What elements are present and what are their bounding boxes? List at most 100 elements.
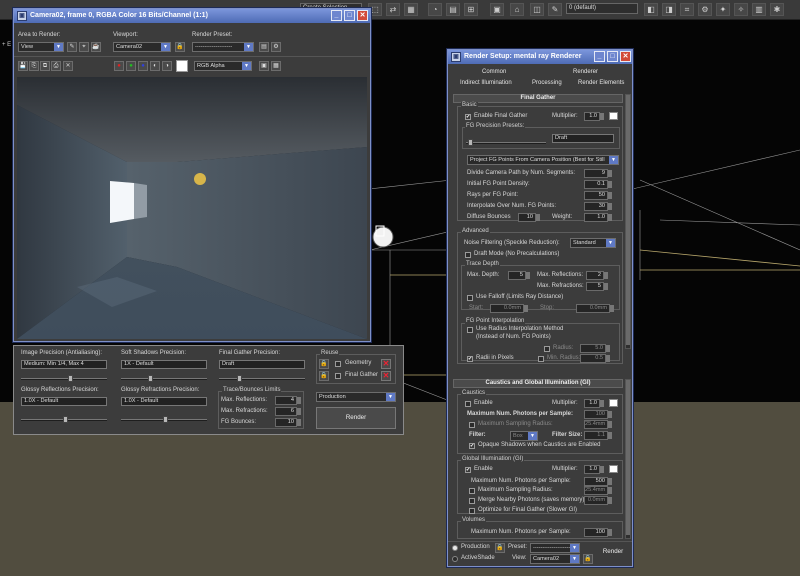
fg-color-swatch[interactable] [609,112,618,120]
initial-density-spinner[interactable]: 0.1 [584,180,612,189]
clear-fg-icon[interactable]: ✕ [381,371,391,381]
tab-indirect-illumination[interactable]: Indirect Illumination [460,80,512,86]
caustics-radius-checkbox[interactable] [469,422,475,428]
merge-photons-checkbox[interactable] [469,498,475,504]
diffuse-bounces-spinner[interactable]: 10 [518,213,540,222]
teapot-icon[interactable]: ☕ [91,42,101,52]
maximize-icon[interactable]: □ [344,10,355,21]
edit-region-icon[interactable]: ✎ [67,42,77,52]
max-refractions-spinner[interactable]: 6 [275,407,301,416]
lock-icon[interactable]: 🔒 [319,371,329,381]
use-radius-checkbox[interactable] [467,327,473,333]
render-setup-icon[interactable]: ▤ [259,42,269,52]
glossy-reflections-field[interactable]: 1.0X - Default [21,397,107,406]
toolbar-button[interactable]: ⌗ [680,3,694,16]
save-image-icon[interactable]: 💾 [18,61,28,71]
lock-icon[interactable]: 🔒 [495,543,505,553]
optimize-fg-checkbox[interactable] [469,508,475,514]
lock-icon[interactable]: 🔒 [319,359,329,369]
rendered-image[interactable] [17,77,367,339]
gi-enable-checkbox[interactable]: ✔ [465,467,471,473]
scrollbar-thumb[interactable] [626,380,630,535]
channel-dropdown[interactable]: RGB Alpha ▼ [194,61,252,71]
filter-dropdown[interactable]: Box ▼ [510,431,538,441]
caustics-enable-checkbox[interactable] [465,401,471,407]
activeshade-radio[interactable] [452,556,458,562]
auto-region-icon[interactable]: ⌖ [79,42,89,52]
production-radio[interactable] [452,545,458,551]
weight-spinner[interactable]: 1.0 [584,213,612,222]
noise-filtering-dropdown[interactable]: Standard ▼ [570,238,616,248]
gi-photons-spinner[interactable]: 500 [584,477,612,486]
multiplier-spinner[interactable]: 1.0 [584,112,604,121]
slider-thumb[interactable] [63,416,68,423]
scrollbar[interactable] [625,379,631,539]
final-gather-rollout[interactable]: Final Gather [453,94,623,103]
blue-channel-icon[interactable]: ● [138,61,148,71]
environment-icon[interactable]: ⚙ [271,42,281,52]
divide-camera-spinner[interactable]: 9 [584,169,612,178]
alpha-channel-icon[interactable]: ◐ [150,61,160,71]
adv-max-reflections-spinner[interactable]: 2 [586,271,608,280]
volumes-photons-spinner[interactable]: 100 [584,528,612,537]
start-spinner[interactable]: 0.0mm [490,304,528,313]
gi-color-swatch[interactable] [609,465,618,473]
max-reflections-spinner[interactable]: 4 [275,396,301,405]
radius-checkbox[interactable] [544,346,550,352]
glossy-refractions-field[interactable]: 1.0X - Default [121,397,207,406]
lock-icon[interactable]: 🔒 [583,554,593,564]
view-dropdown[interactable]: Camera02 ▼ [530,554,580,564]
viewport-dropdown[interactable]: Camera02 ▼ [113,42,171,52]
toolbar-button[interactable]: ◫ [530,3,544,16]
fg-presets-field[interactable]: Draft [552,134,614,143]
toolbar-button[interactable]: ✎ [548,3,562,16]
toolbar-button[interactable]: ◨ [662,3,676,16]
rays-per-point-spinner[interactable]: 50 [584,191,612,200]
render-preset-dropdown[interactable]: -------------------- ▼ [192,42,254,52]
image-precision-slider[interactable] [21,375,107,382]
draft-mode-checkbox[interactable] [465,252,471,258]
radius-spinner[interactable]: 5.0 [580,344,610,353]
area-to-render-dropdown[interactable]: View ▼ [18,42,64,52]
caustics-photons-spinner[interactable]: 100 [584,410,612,419]
color-swatch[interactable] [176,60,188,72]
slider-thumb[interactable] [237,375,242,382]
viewport-label[interactable]: + E [2,42,11,48]
render-setup-titlebar[interactable]: ▣ Render Setup: mental ray Renderer _ □ … [448,50,632,64]
min-radius-checkbox[interactable] [538,356,544,362]
glossy-reflections-slider[interactable] [21,416,107,423]
toolbar-button[interactable]: ✱ [770,3,784,16]
slider-thumb[interactable] [148,375,153,382]
frame-window-titlebar[interactable]: ▣ Camera02, frame 0, RGBA Color 16 Bits/… [14,9,370,23]
green-channel-icon[interactable]: ● [126,61,136,71]
lock-icon[interactable]: 🔒 [175,42,185,52]
tab-render-elements[interactable]: Render Elements [578,80,624,86]
toolbar-button[interactable]: ▣ [490,3,504,16]
caustics-multiplier-spinner[interactable]: 1.0 [584,399,604,408]
adv-max-refractions-spinner[interactable]: 5 [586,282,608,291]
print-icon[interactable]: ⎙ [51,61,61,71]
slider-thumb[interactable] [163,416,168,423]
tab-common[interactable]: Common [482,69,506,75]
merge-photons-spinner[interactable]: 0.0mm [584,496,612,505]
final-gather-checkbox[interactable] [335,373,341,379]
render-mode-dropdown[interactable]: Production ▼ [316,392,396,402]
toolbar-button[interactable]: ✧ [734,3,748,16]
clear-geometry-icon[interactable]: ✕ [381,359,391,369]
caustics-radius-spinner[interactable]: 25.4mm [584,420,612,429]
geometry-checkbox[interactable] [335,361,341,367]
clone-window-icon[interactable]: ⧉ [40,61,50,71]
gi-multiplier-spinner[interactable]: 1.0 [584,465,604,474]
soft-shadows-field[interactable]: 1X - Default [121,360,207,369]
render-button[interactable]: Render [596,544,630,562]
filter-size-spinner[interactable]: 1.1 [584,431,612,440]
mono-icon[interactable]: ◑ [162,61,172,71]
toolbar-button[interactable]: ◔ [428,3,442,16]
slider-thumb[interactable] [68,375,73,382]
fg-presets-slider[interactable] [466,139,546,146]
red-channel-icon[interactable]: ● [114,61,124,71]
fg-precision-field[interactable]: Draft [219,360,305,369]
caustics-gi-rollout[interactable]: Caustics and Global Illumination (GI) [453,379,623,388]
max-depth-spinner[interactable]: 5 [508,271,530,280]
fg-precision-slider[interactable] [219,375,305,382]
